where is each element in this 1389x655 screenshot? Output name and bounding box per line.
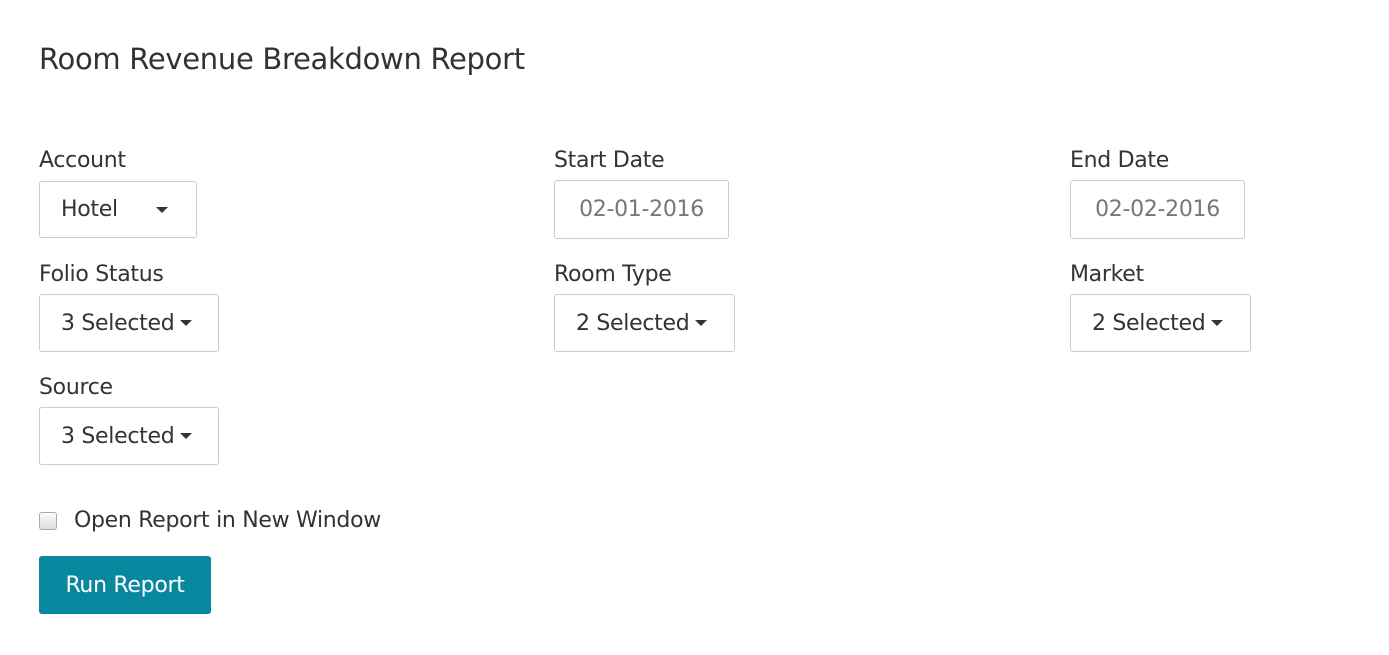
source-dropdown[interactable]: 3 Selected	[39, 407, 219, 465]
caret-down-icon	[180, 433, 193, 439]
run-report-button[interactable]: Run Report	[39, 556, 211, 614]
start-date-label: Start Date	[554, 148, 665, 173]
folio-status-value: 3 Selected	[61, 310, 175, 336]
room-type-dropdown[interactable]: 2 Selected	[554, 294, 735, 352]
room-type-value: 2 Selected	[576, 310, 690, 336]
market-dropdown[interactable]: 2 Selected	[1070, 294, 1251, 352]
page-title: Room Revenue Breakdown Report	[39, 42, 525, 76]
end-date-input[interactable]: 02-02-2016	[1070, 180, 1245, 239]
room-type-label: Room Type	[554, 262, 672, 287]
account-value: Hotel	[61, 197, 118, 222]
market-value: 2 Selected	[1092, 310, 1206, 336]
end-date-label: End Date	[1070, 148, 1169, 173]
open-new-window-label[interactable]: Open Report in New Window	[74, 508, 381, 533]
caret-down-icon	[1211, 320, 1224, 326]
start-date-input[interactable]: 02-01-2016	[554, 180, 729, 239]
caret-down-icon	[180, 320, 193, 326]
caret-down-icon	[155, 206, 168, 213]
source-value: 3 Selected	[61, 423, 175, 449]
folio-status-label: Folio Status	[39, 262, 164, 287]
market-label: Market	[1070, 262, 1144, 287]
folio-status-dropdown[interactable]: 3 Selected	[39, 294, 219, 352]
account-dropdown[interactable]: Hotel	[39, 181, 197, 238]
caret-down-icon	[695, 320, 708, 326]
account-label: Account	[39, 148, 126, 173]
open-new-window-checkbox[interactable]	[39, 512, 57, 530]
source-label: Source	[39, 375, 113, 400]
